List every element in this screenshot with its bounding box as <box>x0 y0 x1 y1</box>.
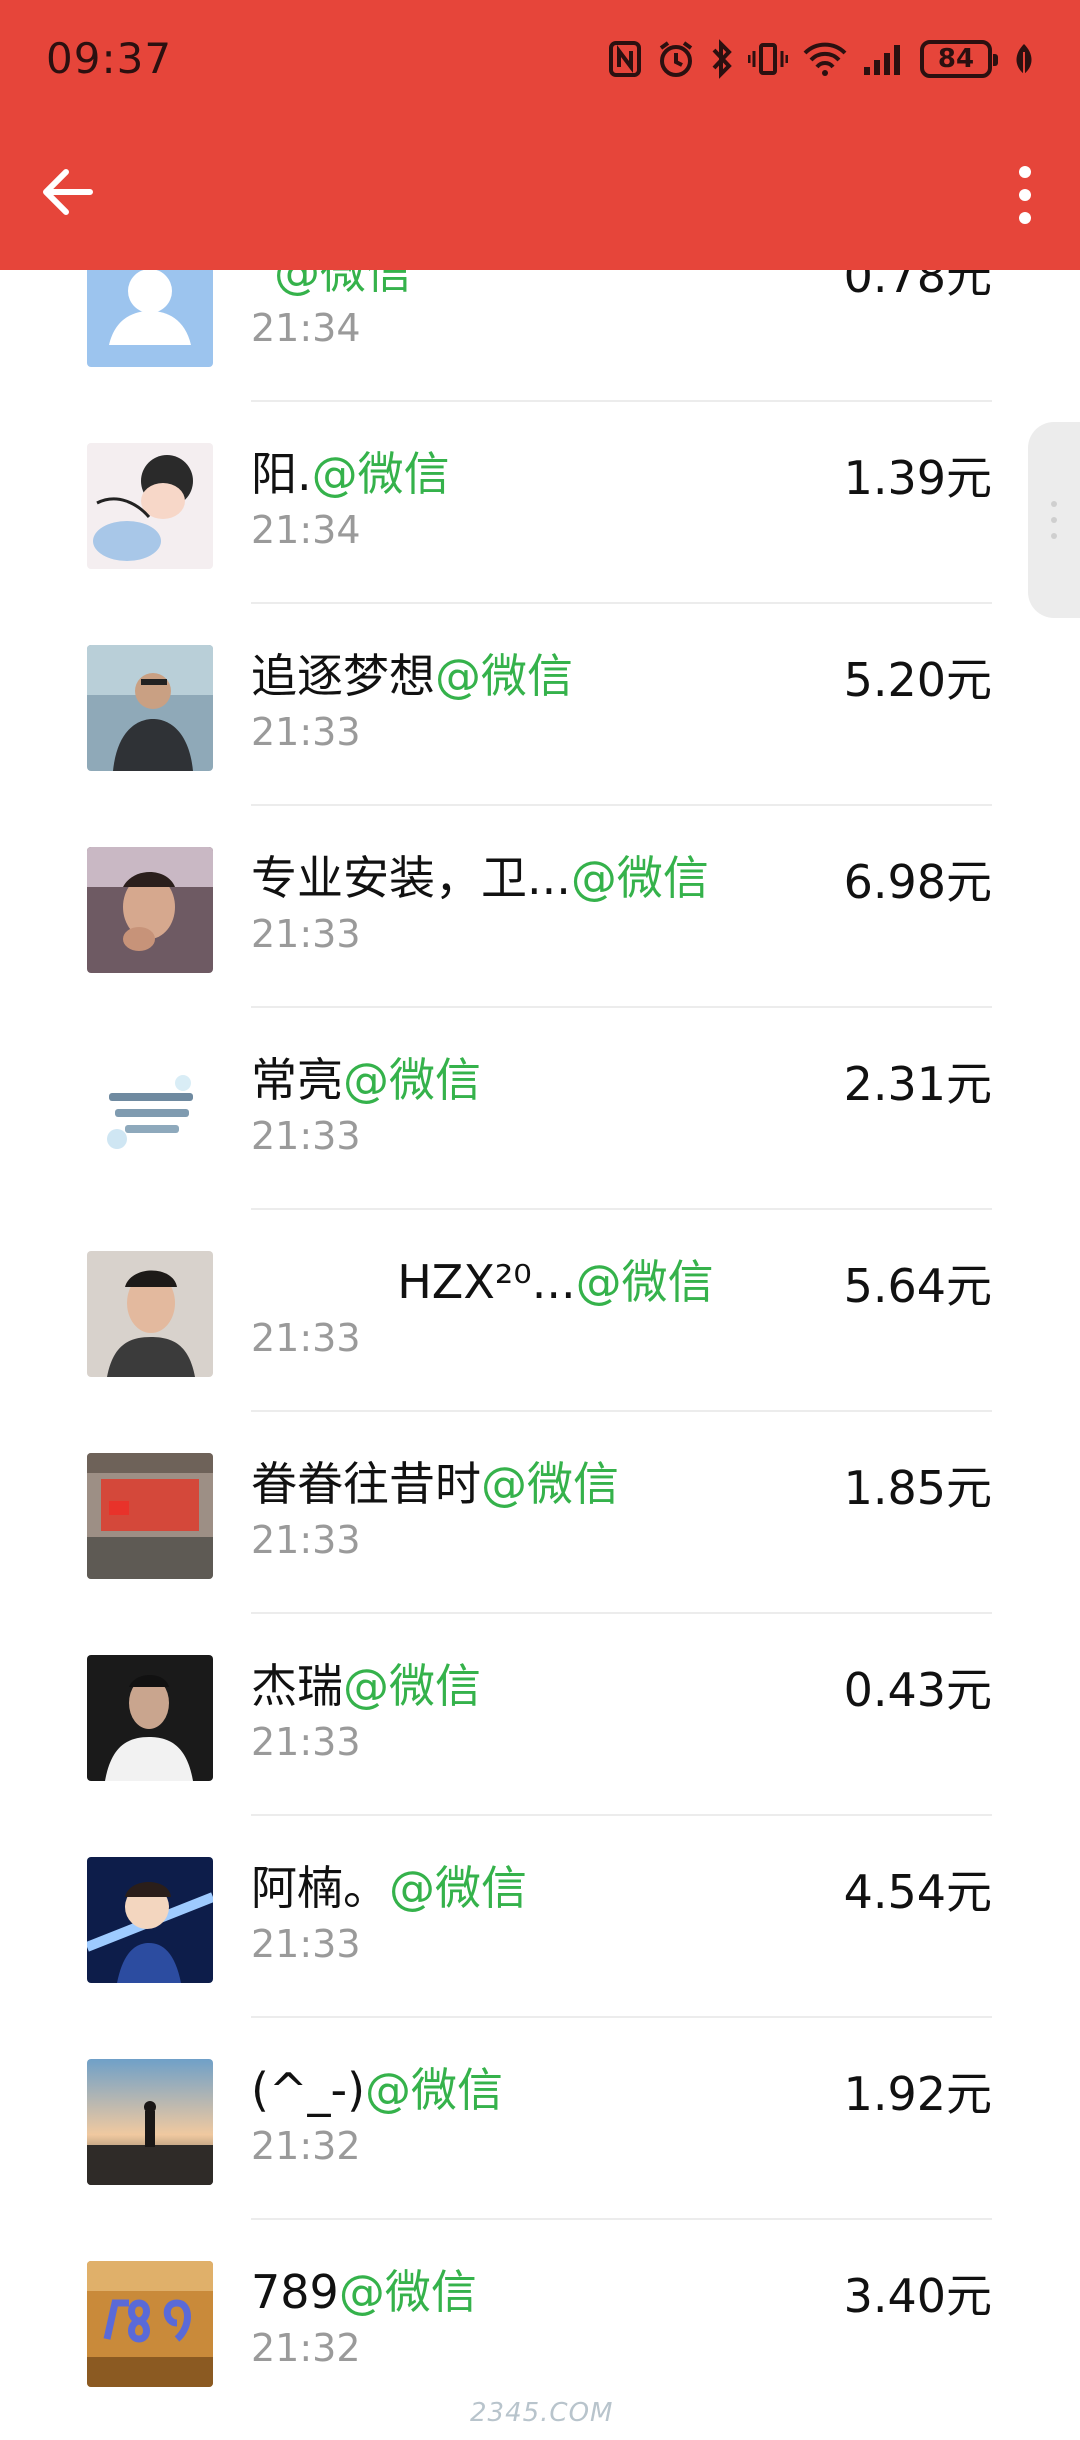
sender-name: 专业安装，卫...@微信 <box>251 851 709 905</box>
record-time: 21:33 <box>251 1922 361 1966</box>
sender-name: 789@微信 <box>251 2265 477 2319</box>
record-amount: 0.78元 <box>843 268 992 303</box>
record-amount: 5.20元 <box>843 653 992 707</box>
sender-name: `@微信 <box>251 268 412 302</box>
bluetooth-icon <box>710 37 734 81</box>
list-item[interactable]: 专业安装，卫...@微信 21:33 6.98元 <box>0 806 1080 1008</box>
avatar <box>87 1857 213 1983</box>
avatar <box>87 1251 213 1377</box>
record-time: 21:33 <box>251 1114 361 1158</box>
source-tag: @微信 <box>389 1861 527 1915</box>
record-time: 21:32 <box>251 2124 361 2168</box>
record-time: 21:33 <box>251 1720 361 1764</box>
avatar <box>87 1049 213 1175</box>
source-tag: @微信 <box>338 2265 477 2319</box>
record-time: 21:32 <box>251 2326 361 2370</box>
list-item[interactable]: (^_-)@微信 21:32 1.92元 <box>0 2018 1080 2220</box>
avatar <box>87 847 213 973</box>
sender-name: 常亮@微信 <box>251 1053 481 1107</box>
wifi-icon <box>802 37 848 81</box>
back-button[interactable] <box>36 160 100 224</box>
record-time: 21:33 <box>251 1518 361 1562</box>
list-item[interactable]: 789@微信 21:32 3.40元 <box>0 2220 1080 2422</box>
source-tag: @微信 <box>343 1659 481 1713</box>
sender-name: 阳.@微信 <box>251 447 450 501</box>
avatar <box>87 2261 213 2387</box>
source-tag: @微信 <box>365 2063 504 2117</box>
avatar <box>87 268 213 367</box>
sender-name: 追逐梦想@微信 <box>251 649 573 703</box>
watermark: 2345.COM <box>470 2398 614 2428</box>
sender-name: HZX²⁰...@微信 <box>251 1255 714 1309</box>
source-tag: @微信 <box>575 1255 714 1309</box>
battery-level: 84 <box>920 40 998 78</box>
avatar <box>87 1655 213 1781</box>
avatar <box>87 2059 213 2185</box>
record-time: 21:33 <box>251 1316 361 1360</box>
status-icons: 84 <box>608 36 1036 82</box>
signal-icon <box>862 37 906 81</box>
list-item[interactable]: 追逐梦想@微信 21:33 5.20元 <box>0 604 1080 806</box>
record-time: 21:33 <box>251 912 361 956</box>
record-time: 21:33 <box>251 710 361 754</box>
record-amount: 3.40元 <box>843 2269 992 2323</box>
red-packet-record-list: `@微信 21:34 0.78元 阳.@微信 21:34 1.39元 追逐梦想@… <box>0 268 1080 2440</box>
record-amount: 2.31元 <box>843 1057 992 1111</box>
sender-name: (^_-)@微信 <box>251 2063 504 2117</box>
status-time: 09:37 <box>46 34 173 83</box>
top-app-bar: 09:37 84 <box>0 0 1080 270</box>
sender-name: 杰瑞@微信 <box>251 1659 481 1713</box>
vibrate-icon <box>748 37 788 81</box>
more-options-button[interactable] <box>1010 160 1040 230</box>
list-item[interactable]: 杰瑞@微信 21:33 0.43元 <box>0 1614 1080 1816</box>
source-tag: @微信 <box>435 649 573 703</box>
side-drawer-handle[interactable] <box>1028 422 1080 618</box>
record-amount: 5.64元 <box>843 1259 992 1313</box>
list-item[interactable]: 常亮@微信 21:33 2.31元 <box>0 1008 1080 1210</box>
record-time: 21:34 <box>251 306 361 350</box>
sender-name: 阿楠。@微信 <box>251 1861 527 1915</box>
status-bar: 09:37 84 <box>0 0 1080 125</box>
source-tag: @微信 <box>311 447 450 501</box>
avatar <box>87 645 213 771</box>
leaf-icon <box>1012 37 1036 81</box>
record-amount: 1.39元 <box>843 451 992 505</box>
arrow-left-icon <box>43 169 93 215</box>
source-tag: @微信 <box>481 1457 619 1511</box>
list-item[interactable]: 阳.@微信 21:34 1.39元 <box>0 402 1080 604</box>
record-time: 21:34 <box>251 508 361 552</box>
record-amount: 1.85元 <box>843 1461 992 1515</box>
record-amount: 6.98元 <box>843 855 992 909</box>
sender-name: 眷眷往昔时@微信 <box>251 1457 619 1511</box>
alarm-icon <box>656 37 696 81</box>
record-amount: 4.54元 <box>843 1865 992 1919</box>
list-item[interactable]: 阿楠。@微信 21:33 4.54元 <box>0 1816 1080 2018</box>
record-amount: 0.43元 <box>843 1663 992 1717</box>
list-item[interactable]: HZX²⁰...@微信 21:33 5.64元 <box>0 1210 1080 1412</box>
avatar <box>87 1453 213 1579</box>
nfc-icon <box>608 37 642 81</box>
record-amount: 1.92元 <box>843 2067 992 2121</box>
source-tag: @微信 <box>274 268 412 299</box>
battery-icon: 84 <box>920 37 998 81</box>
avatar <box>87 443 213 569</box>
list-item[interactable]: 眷眷往昔时@微信 21:33 1.85元 <box>0 1412 1080 1614</box>
source-tag: @微信 <box>570 851 709 905</box>
source-tag: @微信 <box>343 1053 481 1107</box>
list-item[interactable]: `@微信 21:34 0.78元 <box>0 268 1080 402</box>
more-vertical-icon <box>1019 166 1031 178</box>
